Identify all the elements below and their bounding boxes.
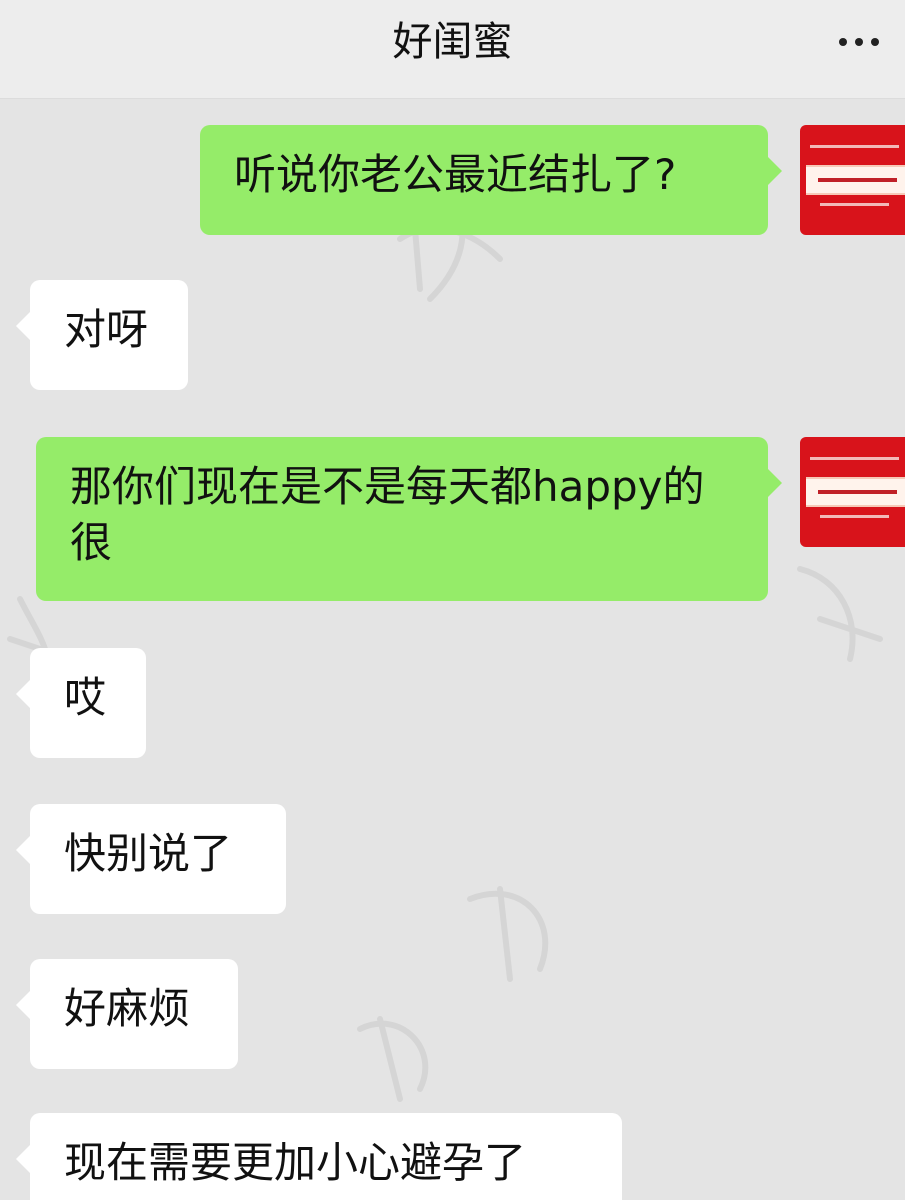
message-text: 听说你老公最近结扎了? <box>234 150 677 199</box>
chat-area[interactable]: 听说你老公最近结扎了? 对呀 那你们现在是不是每天都happy的很 哎 快别说了… <box>0 99 905 1200</box>
message-text: 好麻烦 <box>64 984 191 1033</box>
message-bubble-received[interactable]: 现在需要更加小心避孕了 <box>16 1113 622 1200</box>
my-avatar[interactable] <box>800 125 905 235</box>
more-options-button[interactable] <box>827 20 891 64</box>
more-dots-icon <box>855 38 863 46</box>
my-avatar[interactable] <box>800 437 905 547</box>
more-dots-icon <box>839 38 847 46</box>
chat-header: 好闺蜜 <box>0 0 905 99</box>
message-bubble-sent[interactable]: 那你们现在是不是每天都happy的很 <box>36 437 782 601</box>
message-text: 那你们现在是不是每天都happy的很 <box>70 462 705 567</box>
message-text: 哎 <box>64 673 107 722</box>
message-text: 快别说了 <box>64 829 233 878</box>
more-dots-icon <box>871 38 879 46</box>
message-bubble-received[interactable]: 哎 <box>16 648 146 758</box>
message-bubble-received[interactable]: 好麻烦 <box>16 959 238 1069</box>
message-text: 现在需要更加小心避孕了 <box>64 1138 527 1187</box>
message-bubble-received[interactable]: 对呀 <box>16 280 188 390</box>
message-text: 对呀 <box>64 305 149 354</box>
message-bubble-received[interactable]: 快别说了 <box>16 804 286 914</box>
message-bubble-sent[interactable]: 听说你老公最近结扎了? <box>200 125 782 235</box>
chat-title: 好闺蜜 <box>392 19 513 65</box>
